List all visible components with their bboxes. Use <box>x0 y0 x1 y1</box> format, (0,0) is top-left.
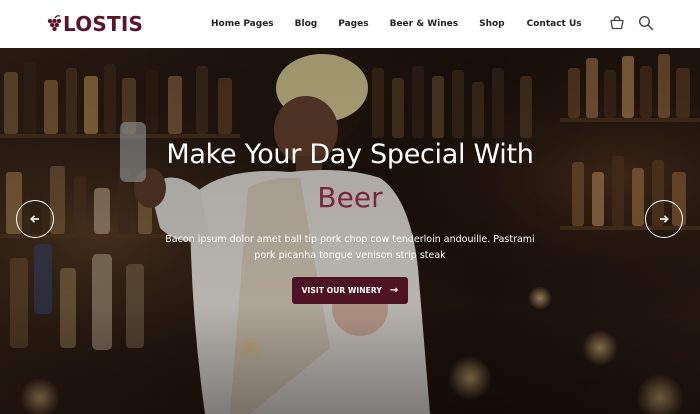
slider-prev-button[interactable] <box>16 200 54 238</box>
hero-background-image <box>0 48 700 414</box>
arrow-right-icon: → <box>389 284 399 296</box>
cart-icon[interactable] <box>609 15 625 31</box>
hero-description-line-1: Bacon ipsum dolor amet ball tip pork cho… <box>165 234 535 245</box>
nav-item-contact-us[interactable]: Contact Us <box>527 17 582 31</box>
hero-title: Make Your Day Special With <box>166 139 534 170</box>
brand-logo[interactable]: LOSTIS <box>46 13 143 35</box>
visit-winery-button[interactable]: VISIT OUR WINERY → <box>292 277 408 304</box>
nav-item-shop[interactable]: Shop <box>479 17 505 31</box>
brand-name: LOSTIS <box>63 12 144 36</box>
slider-next-button[interactable] <box>645 200 683 238</box>
nav-item-home-pages[interactable]: Home Pages <box>211 17 274 31</box>
hero-highlight-word: Beer <box>317 181 383 214</box>
nav-item-beer-wines[interactable]: Beer & Wines <box>390 17 459 31</box>
hero-description: Bacon ipsum dolor amet ball tip pork cho… <box>150 232 550 264</box>
search-icon[interactable] <box>638 15 654 31</box>
hero-slider: Make Your Day Special With Beer Bacon ip… <box>0 48 700 414</box>
arrow-left-icon <box>30 215 39 223</box>
nav-item-blog[interactable]: Blog <box>295 17 318 31</box>
site-header: LOSTIS Home Pages Blog Pages Beer & Wine… <box>0 0 700 48</box>
arrow-right-icon <box>660 215 669 223</box>
grape-logo-icon <box>47 15 62 32</box>
visit-winery-label: VISIT OUR WINERY <box>301 286 382 295</box>
nav-item-pages[interactable]: Pages <box>338 17 368 31</box>
main-nav: Home Pages Blog Pages Beer & Wines Shop … <box>211 17 582 31</box>
hero-description-line-2: pork picanha tongue venison strip steak <box>254 250 446 261</box>
